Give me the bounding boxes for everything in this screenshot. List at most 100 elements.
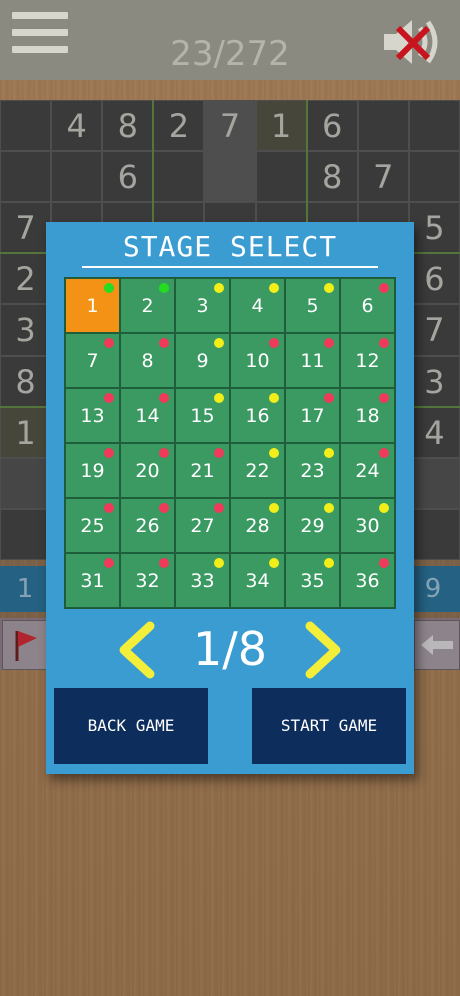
stage-cell[interactable]: 1 bbox=[65, 278, 120, 333]
stage-number: 4 bbox=[251, 295, 264, 317]
stage-cell[interactable]: 20 bbox=[120, 443, 175, 498]
stage-status-dot bbox=[214, 338, 224, 348]
stage-cell[interactable]: 24 bbox=[340, 443, 395, 498]
stage-status-dot bbox=[324, 393, 334, 403]
stage-cell[interactable]: 5 bbox=[285, 278, 340, 333]
back-game-button[interactable]: BACK GAME bbox=[54, 688, 208, 764]
stage-cell[interactable]: 27 bbox=[175, 498, 230, 553]
stage-number: 8 bbox=[141, 350, 154, 372]
stage-number: 12 bbox=[355, 350, 380, 372]
stage-number: 32 bbox=[135, 570, 160, 592]
stage-cell[interactable]: 29 bbox=[285, 498, 340, 553]
stage-cell[interactable]: 2 bbox=[120, 278, 175, 333]
stage-number: 22 bbox=[245, 460, 270, 482]
stage-status-dot bbox=[214, 448, 224, 458]
stage-cell[interactable]: 16 bbox=[230, 388, 285, 443]
stage-number: 2 bbox=[141, 295, 154, 317]
stage-status-dot bbox=[324, 338, 334, 348]
stage-cell[interactable]: 36 bbox=[340, 553, 395, 608]
stage-number: 16 bbox=[245, 405, 270, 427]
stage-cell[interactable]: 23 bbox=[285, 443, 340, 498]
stage-cell[interactable]: 21 bbox=[175, 443, 230, 498]
stage-number: 19 bbox=[80, 460, 105, 482]
stage-status-dot bbox=[379, 503, 389, 513]
stage-status-dot bbox=[379, 283, 389, 293]
stage-number: 31 bbox=[80, 570, 105, 592]
stage-number: 20 bbox=[135, 460, 160, 482]
stage-number: 34 bbox=[245, 570, 270, 592]
stage-status-dot bbox=[269, 283, 279, 293]
stage-number: 21 bbox=[190, 460, 215, 482]
stage-cell[interactable]: 10 bbox=[230, 333, 285, 388]
stage-select-dialog: STAGE SELECT 1 2 3 4 5 6 7 8 9 10 11 12 13 14 15 16 17 18… bbox=[46, 222, 414, 774]
stage-number: 25 bbox=[80, 515, 105, 537]
stage-cell[interactable]: 15 bbox=[175, 388, 230, 443]
stage-status-dot bbox=[159, 503, 169, 513]
stage-number: 36 bbox=[355, 570, 380, 592]
title-divider bbox=[82, 266, 378, 268]
stage-cell[interactable]: 28 bbox=[230, 498, 285, 553]
menu-line bbox=[12, 12, 68, 19]
stage-status-dot bbox=[159, 558, 169, 568]
stage-number: 26 bbox=[135, 515, 160, 537]
stage-status-dot bbox=[104, 283, 114, 293]
stage-number: 9 bbox=[196, 350, 209, 372]
stage-number: 35 bbox=[300, 570, 325, 592]
stage-cell[interactable]: 34 bbox=[230, 553, 285, 608]
stage-status-dot bbox=[159, 338, 169, 348]
stage-number: 23 bbox=[300, 460, 325, 482]
stage-cell[interactable]: 3 bbox=[175, 278, 230, 333]
stage-cell[interactable]: 17 bbox=[285, 388, 340, 443]
stage-cell[interactable]: 26 bbox=[120, 498, 175, 553]
stage-status-dot bbox=[324, 558, 334, 568]
stage-status-dot bbox=[269, 338, 279, 348]
stage-number: 3 bbox=[196, 295, 209, 317]
stage-status-dot bbox=[104, 558, 114, 568]
stage-cell[interactable]: 13 bbox=[65, 388, 120, 443]
stage-number: 17 bbox=[300, 405, 325, 427]
stage-status-dot bbox=[214, 503, 224, 513]
stage-status-dot bbox=[159, 393, 169, 403]
stage-number: 7 bbox=[86, 350, 99, 372]
stage-cell[interactable]: 35 bbox=[285, 553, 340, 608]
stage-cell[interactable]: 9 bbox=[175, 333, 230, 388]
stage-cell[interactable]: 31 bbox=[65, 553, 120, 608]
page-indicator: 1/8 bbox=[192, 622, 268, 676]
stage-cell[interactable]: 22 bbox=[230, 443, 285, 498]
stage-status-dot bbox=[104, 393, 114, 403]
start-game-button[interactable]: START GAME bbox=[252, 688, 406, 764]
stage-status-dot bbox=[269, 393, 279, 403]
chevron-right-icon[interactable] bbox=[302, 620, 346, 680]
stage-number: 24 bbox=[355, 460, 380, 482]
stage-status-dot bbox=[104, 338, 114, 348]
stage-status-dot bbox=[104, 503, 114, 513]
stage-cell[interactable]: 7 bbox=[65, 333, 120, 388]
stage-cell[interactable]: 14 bbox=[120, 388, 175, 443]
stage-number: 28 bbox=[245, 515, 270, 537]
stage-number: 33 bbox=[190, 570, 215, 592]
stage-cell[interactable]: 12 bbox=[340, 333, 395, 388]
stage-status-dot bbox=[379, 558, 389, 568]
stage-status-dot bbox=[269, 448, 279, 458]
stage-number: 11 bbox=[300, 350, 325, 372]
stage-cell[interactable]: 30 bbox=[340, 498, 395, 553]
stage-cell[interactable]: 33 bbox=[175, 553, 230, 608]
stage-status-dot bbox=[379, 393, 389, 403]
dialog-title: STAGE SELECT bbox=[122, 230, 338, 263]
stage-number: 30 bbox=[355, 515, 380, 537]
stage-cell[interactable]: 25 bbox=[65, 498, 120, 553]
stage-status-dot bbox=[269, 558, 279, 568]
stage-number: 10 bbox=[245, 350, 270, 372]
stage-cell[interactable]: 19 bbox=[65, 443, 120, 498]
stage-number: 1 bbox=[86, 295, 99, 317]
stage-status-dot bbox=[324, 448, 334, 458]
speaker-muted-icon[interactable] bbox=[380, 14, 446, 70]
stage-status-dot bbox=[104, 448, 114, 458]
stage-cell[interactable]: 18 bbox=[340, 388, 395, 443]
stage-cell[interactable]: 32 bbox=[120, 553, 175, 608]
stage-cell[interactable]: 6 bbox=[340, 278, 395, 333]
stage-cell[interactable]: 4 bbox=[230, 278, 285, 333]
stage-cell[interactable]: 8 bbox=[120, 333, 175, 388]
stage-cell[interactable]: 11 bbox=[285, 333, 340, 388]
stage-number: 14 bbox=[135, 405, 160, 427]
